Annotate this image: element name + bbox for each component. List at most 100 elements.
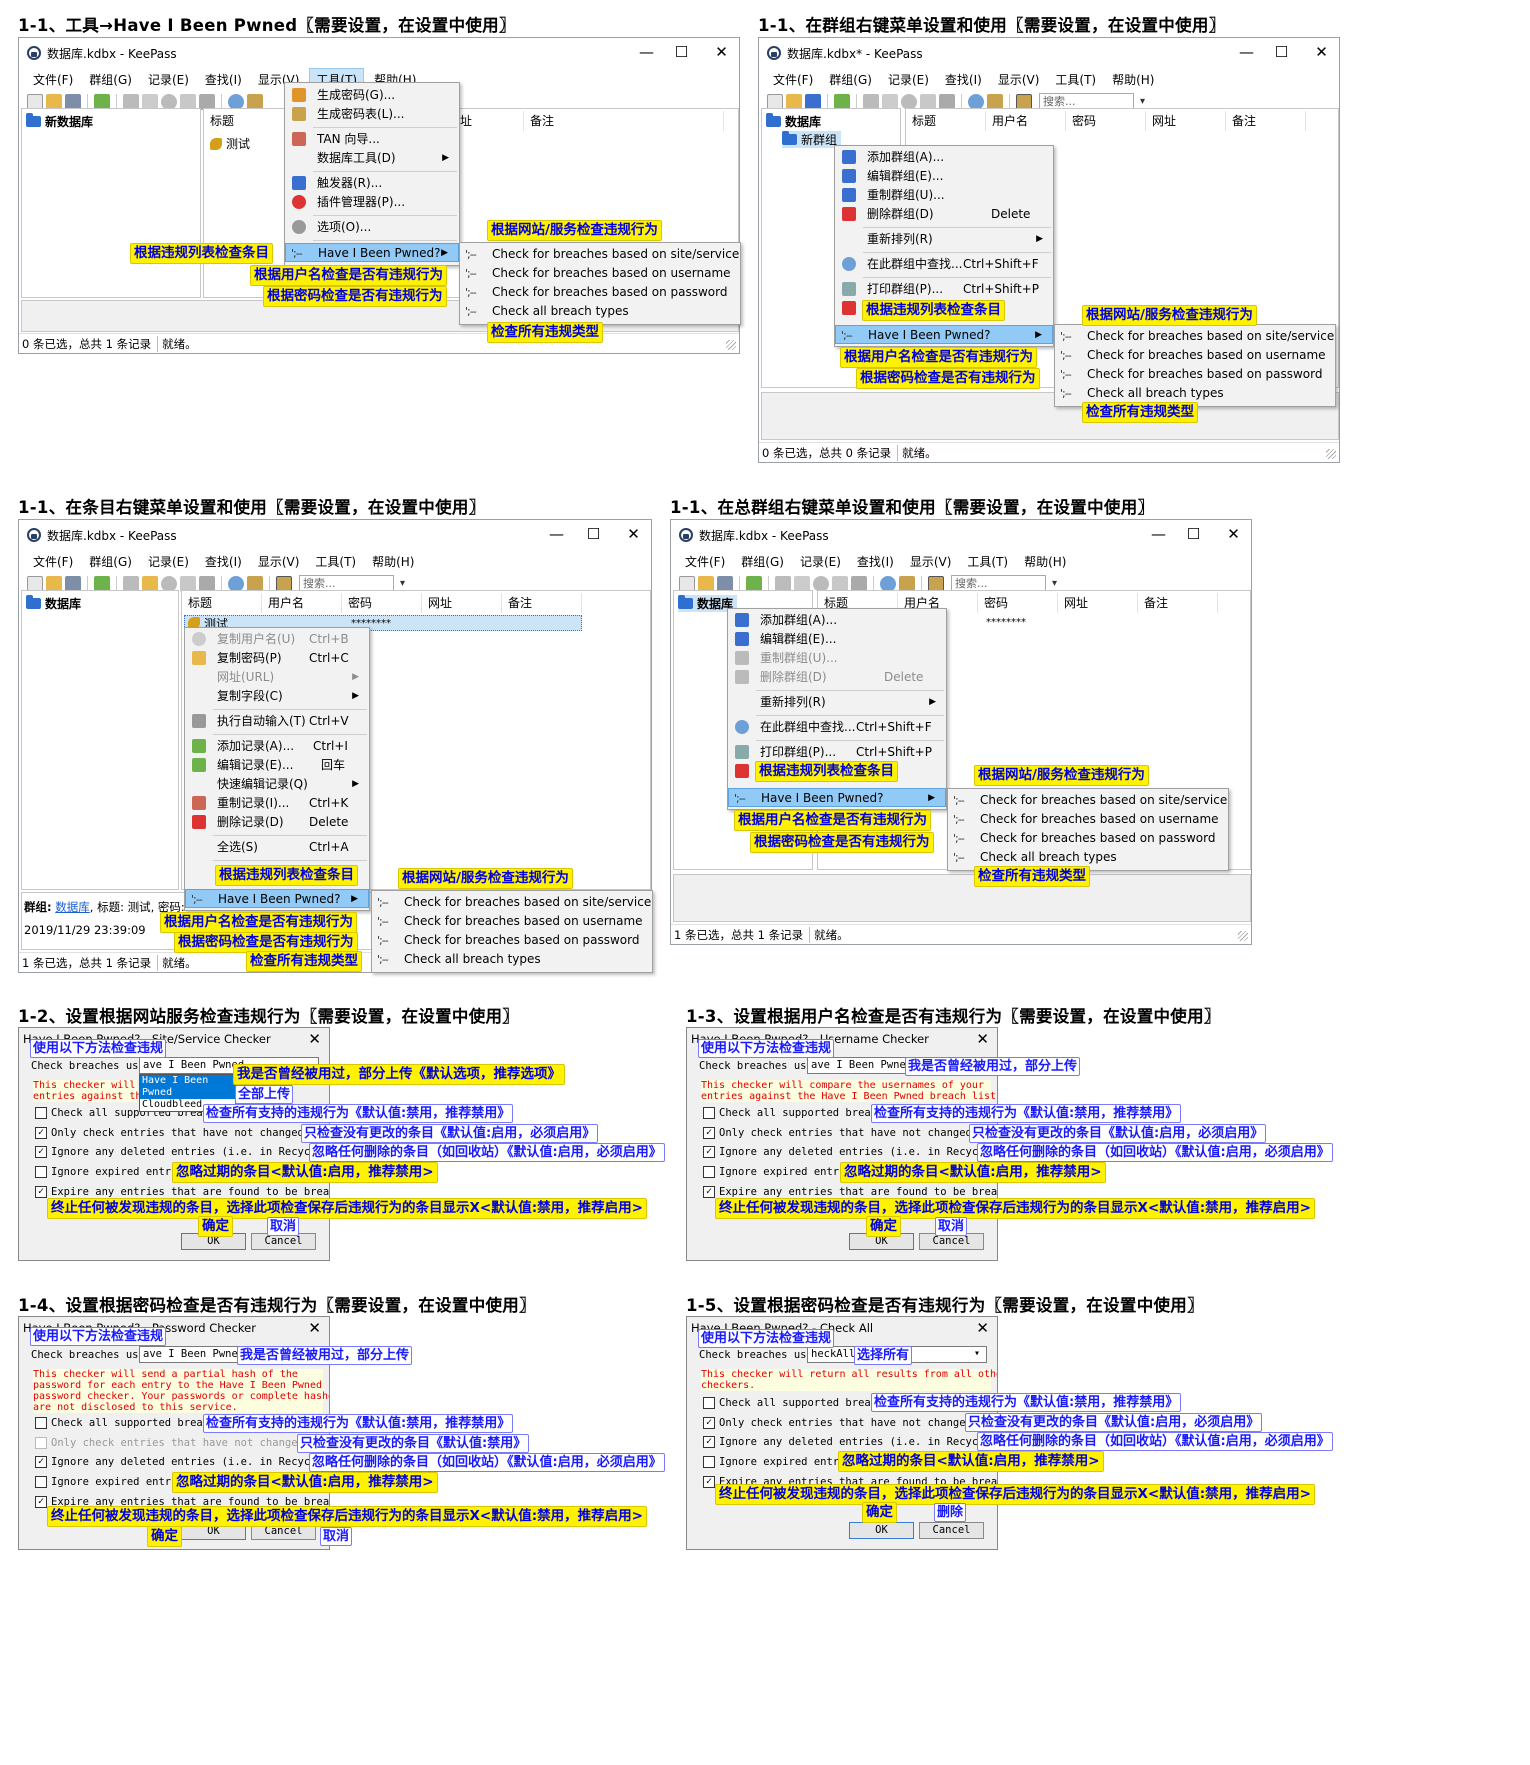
menu-delete-group[interactable]: 删除群组(D) Delete [728, 668, 946, 687]
check-password[interactable]: ';-- Check for breaches based on password [372, 931, 652, 950]
maximize-button[interactable]: ☐ [659, 38, 704, 68]
column-password[interactable]: 密码 [978, 593, 1058, 613]
menu-select-all[interactable]: 全选(S) Ctrl+A [185, 838, 369, 857]
column-title[interactable]: 标题 [182, 593, 262, 613]
close-button[interactable]: ✕ [1299, 38, 1339, 68]
check-all-types[interactable]: ';-- Check all breach types [460, 302, 740, 321]
menu-file[interactable]: 文件(F) [679, 551, 731, 572]
menu-tools[interactable]: 工具(T) [309, 551, 362, 572]
resize-grip[interactable] [1238, 931, 1248, 941]
menu-duplicate-group[interactable]: 重制群组(U)... [728, 649, 946, 668]
menu-view[interactable]: 显示(V) [992, 69, 1046, 90]
menu-entry[interactable]: 记录(E) [142, 69, 195, 90]
check-site-service[interactable]: ';-- Check for breaches based on site/ser… [1055, 327, 1335, 346]
expire-breached-checkbox[interactable]: ✓ [703, 1186, 715, 1198]
dropdown-option-hibp[interactable]: Have I Been Pwned [140, 1075, 235, 1099]
check-password[interactable]: ';-- Check for breaches based on password [460, 283, 740, 302]
menu-have-i-been-pwned[interactable]: ';-- Have I Been Pwned? ▶ [728, 788, 946, 807]
close-button[interactable]: ✕ [611, 520, 651, 550]
check-username[interactable]: ';-- Check for breaches based on username [948, 810, 1228, 829]
menu-add-group[interactable]: 添加群组(A)... [728, 611, 946, 630]
group-root[interactable]: 数据库 [766, 113, 821, 130]
details-group-link[interactable]: 数据库 [55, 900, 90, 914]
group-root[interactable]: 数据库 [26, 595, 81, 612]
resize-grip[interactable] [1326, 449, 1336, 459]
maximize-button[interactable]: ☐ [1171, 520, 1216, 550]
menu-have-i-been-pwned[interactable]: ';-- Have I Been Pwned? ▶ [185, 889, 369, 908]
entry-row[interactable]: 测试 [210, 135, 250, 152]
maximize-button[interactable]: ☐ [1259, 38, 1304, 68]
ignore-expired-checkbox[interactable] [35, 1166, 47, 1178]
column-url[interactable]: 网址 [1058, 593, 1138, 613]
menu-options[interactable]: 选项(O)... [285, 218, 459, 237]
menu-url[interactable]: 网址(URL) ▶ [185, 668, 369, 687]
menu-duplicate-group[interactable]: 重制群组(U)... [835, 186, 1053, 205]
menu-help[interactable]: 帮助(H) [366, 551, 420, 572]
ignore-deleted-checkbox[interactable]: ✓ [35, 1146, 47, 1158]
menu-edit-entry[interactable]: 编辑记录(E)... 回车 [185, 756, 369, 775]
menu-help[interactable]: 帮助(H) [1018, 551, 1072, 572]
column-notes[interactable]: 备注 [502, 593, 582, 613]
menu-copy-username[interactable]: 复制用户名(U) Ctrl+B [185, 630, 369, 649]
menu-add-group[interactable]: 添加群组(A)... [835, 148, 1053, 167]
menu-tan-wizard[interactable]: TAN 向导... [285, 130, 459, 149]
close-button[interactable]: ✕ [699, 38, 739, 68]
column-url[interactable]: 网址 [1146, 111, 1226, 131]
menu-file[interactable]: 文件(F) [767, 69, 819, 90]
check-all-checkbox[interactable] [703, 1397, 715, 1409]
menu-have-i-been-pwned[interactable]: ';-- Have I Been Pwned? ▶ [835, 325, 1053, 344]
menu-delete-group[interactable]: 删除群组(D) Delete [835, 205, 1053, 224]
menu-triggers[interactable]: 触发器(R)... [285, 174, 459, 193]
column-notes[interactable]: 备注 [1138, 593, 1218, 613]
only-unchanged-checkbox[interactable]: ✓ [703, 1417, 715, 1429]
check-site-service[interactable]: ';-- Check for breaches based on site/ser… [372, 893, 652, 912]
menu-delete-entry[interactable]: 删除记录(D) Delete [185, 813, 369, 832]
only-unchanged-checkbox[interactable]: ✓ [703, 1127, 715, 1139]
menu-generate-password[interactable]: 生成密码(G)... [285, 86, 459, 105]
group-root[interactable]: 新数据库 [26, 113, 93, 130]
column-url[interactable]: 址 [454, 111, 524, 131]
check-all-types[interactable]: ';-- Check all breach types [1055, 384, 1335, 403]
menu-duplicate-entry[interactable]: 重制记录(I)... Ctrl+K [185, 794, 369, 813]
expire-breached-checkbox[interactable]: ✓ [35, 1496, 47, 1508]
menu-quick-edit[interactable]: 快速编辑记录(Q) ▶ [185, 775, 369, 794]
menu-have-i-been-pwned[interactable]: ';-- Have I Been Pwned? ▶ [285, 243, 459, 262]
expire-breached-checkbox[interactable]: ✓ [703, 1476, 715, 1488]
menu-print-group[interactable]: 打印群组(P)... Ctrl+Shift+P [835, 280, 1053, 299]
ignore-deleted-checkbox[interactable]: ✓ [703, 1146, 715, 1158]
menu-find-in-group[interactable]: 在此群组中查找... Ctrl+Shift+F [835, 255, 1053, 274]
menu-find[interactable]: 查找(I) [199, 551, 248, 572]
menu-find[interactable]: 查找(I) [199, 69, 248, 90]
menu-rearrange[interactable]: 重新排列(R) ▶ [728, 693, 946, 712]
check-all-checkbox[interactable] [35, 1417, 47, 1429]
menu-entry[interactable]: 记录(E) [794, 551, 847, 572]
column-user[interactable]: 用户名 [986, 111, 1066, 131]
menu-group[interactable]: 群组(G) [83, 69, 138, 90]
check-site-service[interactable]: ';-- Check for breaches based on site/ser… [948, 791, 1228, 810]
ignore-deleted-checkbox[interactable]: ✓ [35, 1456, 47, 1468]
menu-database-tools[interactable]: 数据库工具(D) ▶ [285, 149, 459, 168]
menu-generate-password-list[interactable]: 生成密码表(L)... [285, 105, 459, 124]
cancel-button[interactable]: Cancel [919, 1522, 984, 1539]
dialog-close-button[interactable]: ✕ [308, 1319, 321, 1337]
column-notes[interactable]: 备注 [524, 111, 724, 131]
ignore-expired-checkbox[interactable] [703, 1456, 715, 1468]
check-site-service[interactable]: ';-- Check for breaches based on site/ser… [460, 245, 740, 264]
column-user[interactable]: 用户名 [262, 593, 342, 613]
menu-edit-group[interactable]: 编辑群组(E)... [835, 167, 1053, 186]
menu-help[interactable]: 帮助(H) [1106, 69, 1160, 90]
ok-button[interactable]: OK [849, 1522, 914, 1539]
menu-file[interactable]: 文件(F) [27, 69, 79, 90]
only-unchanged-checkbox[interactable]: ✓ [35, 1127, 47, 1139]
check-all-checkbox[interactable] [35, 1107, 47, 1119]
check-password[interactable]: ';-- Check for breaches based on password [1055, 365, 1335, 384]
dialog-close-button[interactable]: ✕ [976, 1030, 989, 1048]
check-username[interactable]: ';-- Check for breaches based on username [1055, 346, 1335, 365]
menu-group[interactable]: 群组(G) [735, 551, 790, 572]
ignore-expired-checkbox[interactable] [35, 1476, 47, 1488]
column-password[interactable]: 密码 [1066, 111, 1146, 131]
ignore-expired-checkbox[interactable] [703, 1166, 715, 1178]
dialog-close-button[interactable]: ✕ [976, 1319, 989, 1337]
column-title[interactable]: 标题 [906, 111, 986, 131]
menu-tools[interactable]: 工具(T) [1049, 69, 1102, 90]
